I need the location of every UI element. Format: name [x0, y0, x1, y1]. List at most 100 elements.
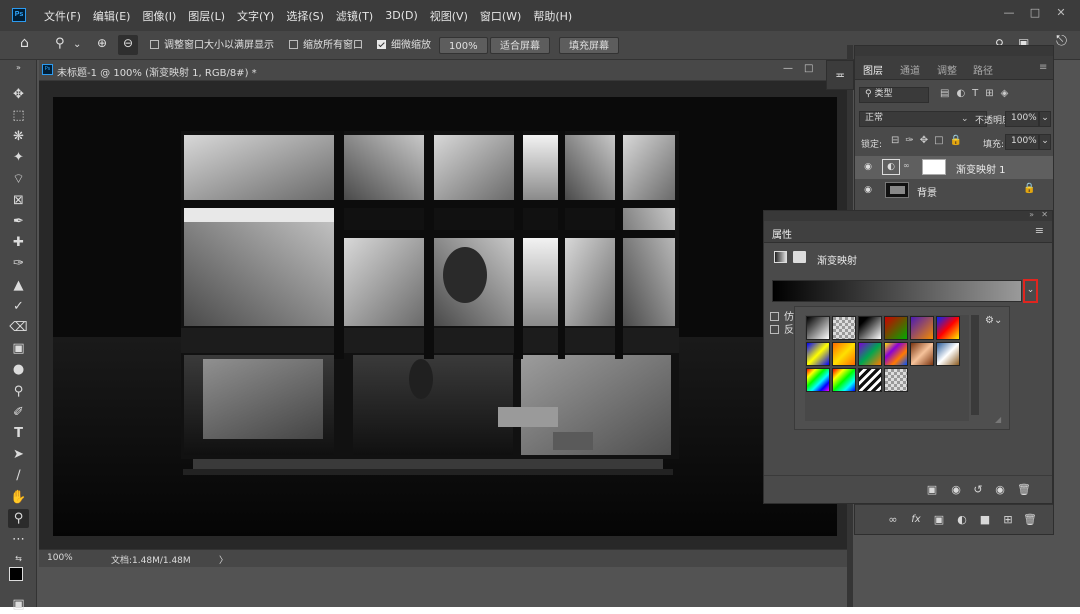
fill-chevron-icon[interactable]: ⌄: [1039, 134, 1051, 150]
layer-mask-thumbnail[interactable]: [922, 159, 946, 175]
lasso-tool-icon[interactable]: ❋: [8, 127, 29, 146]
history-brush-tool-icon[interactable]: ✓: [8, 297, 29, 316]
opacity-input[interactable]: 100%: [1005, 111, 1039, 127]
reverse-option[interactable]: 反: [770, 321, 794, 336]
tab-adjustments[interactable]: 调整: [937, 62, 957, 77]
gear-icon[interactable]: ⚙⌄: [985, 315, 1002, 326]
home-icon[interactable]: ⌂: [20, 35, 29, 52]
blur-tool-icon[interactable]: ●: [8, 360, 29, 379]
type-tool-icon[interactable]: T: [8, 424, 29, 443]
doc-maximize-icon[interactable]: □: [804, 63, 813, 74]
folder-icon[interactable]: ■: [977, 512, 993, 528]
eyedropper-tool-icon[interactable]: ✒: [8, 212, 29, 231]
maximize-icon[interactable]: □: [1024, 4, 1046, 20]
menu-item[interactable]: 文字(Y): [237, 8, 274, 24]
menu-item[interactable]: 滤镜(T): [336, 8, 373, 24]
trash-icon[interactable]: 🗑: [1016, 482, 1032, 498]
scrubby-zoom-checkbox[interactable]: [377, 40, 386, 49]
scrubby-zoom-option[interactable]: 细微缩放: [377, 37, 431, 54]
collapse-icon[interactable]: »: [1029, 210, 1034, 219]
gradient-swatch-chrome[interactable]: [936, 342, 960, 366]
gradient-swatch-transparent-stripes[interactable]: [858, 368, 882, 392]
visibility-eye-icon[interactable]: ◉: [863, 185, 873, 195]
gradient-preview[interactable]: [772, 280, 1022, 302]
pen-tool-icon[interactable]: ✐: [8, 403, 29, 422]
zoom-tool-icon[interactable]: ⚲: [55, 35, 65, 52]
gradient-swatch-transparent-rainbow[interactable]: [832, 368, 856, 392]
picker-scrollbar[interactable]: [971, 315, 979, 415]
gradient-swatch-spectrum[interactable]: [806, 368, 830, 392]
menu-item[interactable]: 编辑(E): [93, 8, 131, 24]
panel-icon[interactable]: ≖: [826, 60, 854, 90]
menu-item[interactable]: 视图(V): [430, 8, 468, 24]
gradient-swatch-neutral-density[interactable]: [884, 368, 908, 392]
quick-mask-icon[interactable]: ▣: [8, 595, 29, 614]
more-tools-icon[interactable]: ⋯: [8, 530, 29, 549]
brush-tool-icon[interactable]: ✑: [8, 254, 29, 273]
gradient-swatch-red-green[interactable]: [884, 316, 908, 340]
gradient-tool-icon[interactable]: ▣: [8, 339, 29, 358]
foreground-color-swatch[interactable]: [9, 567, 23, 581]
swap-colors-icon[interactable]: ⇆: [8, 549, 29, 568]
reset-icon[interactable]: ↺: [970, 482, 986, 498]
gradient-swatch-foreground-to-background[interactable]: [806, 316, 830, 340]
resize-handle-icon[interactable]: ◢: [995, 415, 1001, 424]
lock-icons[interactable]: ⊟✑✥□🔒: [891, 135, 968, 146]
menu-item[interactable]: 窗口(W): [480, 8, 521, 24]
zoom-all-checkbox[interactable]: [289, 40, 298, 49]
menu-item[interactable]: 帮助(H): [533, 8, 572, 24]
visibility-eye-icon[interactable]: ◉: [863, 162, 873, 172]
layer-row-background[interactable]: ◉ 背景 🔒: [855, 179, 1053, 202]
healing-brush-tool-icon[interactable]: ✚: [8, 233, 29, 252]
adjustment-icon[interactable]: ◐: [954, 512, 970, 528]
gradient-swatch-copper[interactable]: [910, 342, 934, 366]
move-tool-icon[interactable]: ✥: [8, 85, 29, 104]
clip-icon[interactable]: ▣: [924, 482, 940, 498]
zoom-100-button[interactable]: 100%: [439, 37, 488, 54]
resize-windows-checkbox[interactable]: [150, 40, 159, 49]
tab-paths[interactable]: 路径: [973, 62, 993, 77]
fit-screen-button[interactable]: 适合屏幕: [490, 37, 550, 54]
hand-tool-icon[interactable]: ✋: [8, 488, 29, 507]
fx-icon[interactable]: fx: [908, 512, 924, 528]
trash-icon[interactable]: 🗑: [1022, 512, 1038, 528]
minimize-icon[interactable]: —: [998, 4, 1020, 20]
status-menu-arrow[interactable]: 〉: [219, 553, 228, 566]
clone-stamp-tool-icon[interactable]: ▲: [8, 276, 29, 295]
new-layer-icon[interactable]: ⊞: [1000, 512, 1016, 528]
visibility-icon[interactable]: ◉: [992, 482, 1008, 498]
mask-icon[interactable]: [793, 251, 806, 263]
eraser-tool-icon[interactable]: ⌫: [8, 318, 29, 337]
menu-item[interactable]: 选择(S): [286, 8, 324, 24]
share-icon[interactable]: ⎋: [1056, 33, 1067, 50]
gradient-swatch-blue-red-yellow[interactable]: [936, 316, 960, 340]
status-zoom[interactable]: 100%: [47, 553, 73, 563]
tab-layers[interactable]: 图层: [863, 62, 883, 77]
panel-menu-icon[interactable]: ≡: [1035, 224, 1044, 237]
tab-channels[interactable]: 通道: [900, 62, 920, 77]
fill-input[interactable]: 100%: [1005, 134, 1039, 150]
layer-row-gradient-map[interactable]: ◉ ◐ ∞ 渐变映射 1: [855, 156, 1053, 179]
filter-icons[interactable]: ▤◐T⊞◈: [940, 88, 1015, 99]
panel-menu-icon[interactable]: ≡: [1039, 62, 1047, 73]
zoom-out-icon[interactable]: ⊖: [118, 35, 138, 55]
fill-screen-button[interactable]: 填充屏幕: [559, 37, 619, 54]
gradient-swatch-yellow-violet-orange-blue[interactable]: [884, 342, 908, 366]
zoom-all-option[interactable]: 缩放所有窗口: [289, 37, 363, 54]
menu-item[interactable]: 图像(I): [142, 8, 176, 24]
menu-item[interactable]: 图层(L): [188, 8, 225, 24]
marquee-tool-icon[interactable]: ⬚: [8, 106, 29, 125]
menu-item[interactable]: 文件(F): [44, 8, 81, 24]
view-previous-icon[interactable]: ◉: [948, 482, 964, 498]
opacity-chevron-icon[interactable]: ⌄: [1039, 111, 1051, 127]
mask-icon[interactable]: ▣: [931, 512, 947, 528]
doc-minimize-icon[interactable]: —: [783, 63, 793, 74]
frame-tool-icon[interactable]: ⊠: [8, 191, 29, 210]
quick-select-tool-icon[interactable]: ✦: [8, 148, 29, 167]
lock-icon[interactable]: 🔒: [1023, 183, 1035, 194]
zoom-tool-icon[interactable]: ⚲: [8, 509, 29, 528]
zoom-in-icon[interactable]: ⊕: [97, 35, 107, 52]
collapse-icon[interactable]: »: [8, 62, 29, 72]
gradient-swatch-orange-yellow-orange[interactable]: [832, 342, 856, 366]
resize-windows-option[interactable]: 调整窗口大小以满屏显示: [150, 37, 274, 54]
